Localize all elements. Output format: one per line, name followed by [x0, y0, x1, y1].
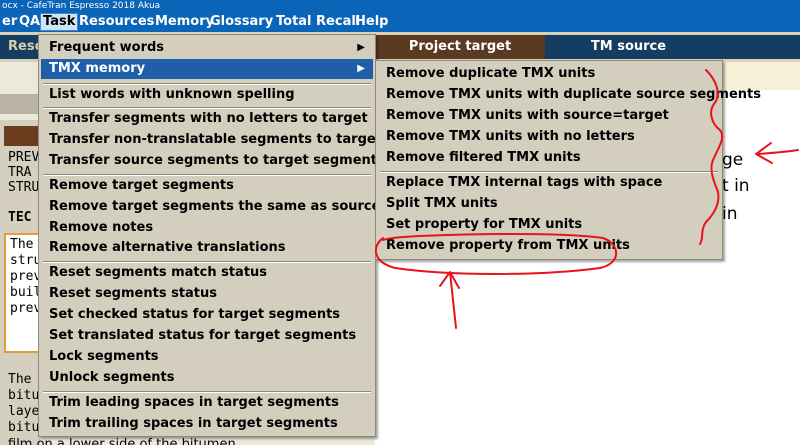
menu-item-reset-match-status[interactable]: Reset segments match status [41, 263, 373, 283]
menu-item-unlock-segments[interactable]: Unlock segments [41, 368, 373, 388]
target-text: t in [722, 176, 750, 196]
menu-item-list-unknown-spelling[interactable]: List words with unknown spelling [41, 85, 373, 105]
tab-project-target[interactable]: Project target [375, 35, 545, 59]
menu-bar: er QA Task Resources Memory Glossary Tot… [0, 12, 800, 32]
tab-resources[interactable]: Resc [0, 35, 42, 59]
tab-tm-source[interactable]: TM source [545, 35, 712, 59]
menu-item-set-property[interactable]: Set property for TMX units [378, 215, 720, 235]
menu-item-transfer-source[interactable]: Transfer source segments to target segme… [41, 151, 385, 171]
segment-text: TRA [8, 165, 32, 180]
menu-total-recall[interactable]: Total Recall [274, 13, 362, 31]
segment-text: STRU [8, 180, 40, 195]
segment-box[interactable]: The stru prev buil prev [4, 233, 42, 353]
menu-task[interactable]: Task [40, 13, 79, 31]
menu-item-remove-notes[interactable]: Remove notes [41, 218, 373, 238]
target-text: in [722, 204, 738, 224]
menu-item-label: Frequent words [49, 40, 165, 55]
menu-item-transfer-non-translatable[interactable]: Transfer non-translatable segments to ta… [41, 130, 382, 150]
menu-item-split-tmx[interactable]: Split TMX units [378, 194, 720, 214]
menu-item-remove-property[interactable]: Remove property from TMX units [378, 236, 720, 256]
segment-text: stru [10, 253, 42, 268]
menu-item-set-translated[interactable]: Set translated status for target segment… [41, 326, 373, 346]
menu-item-remove-no-letters[interactable]: Remove TMX units with no letters [378, 127, 720, 147]
menu-item-reset-status[interactable]: Reset segments status [41, 284, 373, 304]
menu-item-remove-target-same[interactable]: Remove target segments the same as sourc… [41, 197, 380, 217]
menu-item-remove-filtered[interactable]: Remove filtered TMX units [378, 148, 720, 168]
submenu-arrow-icon: ▶ [357, 63, 365, 74]
menu-item-remove-duplicate-tmx[interactable]: Remove duplicate TMX units [378, 64, 720, 84]
menu-glossary[interactable]: Glossary [208, 13, 275, 31]
menu-item-remove-duplicate-source[interactable]: Remove TMX units with duplicate source s… [378, 85, 761, 105]
menu-item-remove-target[interactable]: Remove target segments [41, 176, 373, 196]
menu-qa[interactable]: QA [17, 13, 42, 31]
menu-item-trim-trailing[interactable]: Trim trailing spaces in target segments [41, 414, 373, 434]
editor-left-pane: PREV TRA STRU TEC The stru prev buil pre… [0, 120, 42, 445]
menu-item-remove-alternatives[interactable]: Remove alternative translations [41, 238, 373, 258]
segment-heading: TEC [8, 210, 32, 225]
menu-item-set-checked[interactable]: Set checked status for target segments [41, 305, 373, 325]
task-menu: Frequent words ▶ TMX memory ▶ List words w… [38, 34, 385, 437]
segment-text: bitu [8, 420, 40, 435]
menu-memory[interactable]: Memory [153, 13, 216, 31]
segment-text: The [8, 372, 32, 387]
segment-text: prev [10, 301, 42, 316]
tmx-memory-submenu: Remove duplicate TMX units Remove TMX un… [375, 60, 761, 260]
segment-text: buil [10, 285, 42, 300]
segment-text: film on a lower side of the bitumen [8, 437, 236, 445]
segment-text: PREV [8, 150, 40, 165]
segment-text: bitu [8, 388, 40, 403]
segment-text: laye [8, 404, 40, 419]
segment-text: The [10, 237, 34, 252]
menu-item-remove-source-equals-target[interactable]: Remove TMX units with source=target [378, 106, 720, 126]
menu-item-frequent-words[interactable]: Frequent words ▶ [41, 38, 373, 58]
segment-text: prev [10, 269, 42, 284]
menu-item-transfer-no-letters[interactable]: Transfer segments with no letters to tar… [41, 109, 373, 129]
target-text: ge [722, 150, 744, 170]
menu-item-trim-leading[interactable]: Trim leading spaces in target segments [41, 393, 373, 413]
menu-resources[interactable]: Resources [77, 13, 156, 31]
submenu-arrow-icon: ▶ [357, 42, 365, 53]
segment-header [4, 126, 40, 146]
menu-item-lock-segments[interactable]: Lock segments [41, 347, 373, 367]
toolbar-band [0, 94, 40, 114]
menu-item-tmx-memory[interactable]: TMX memory ▶ [41, 59, 373, 79]
menu-item-label: TMX memory [49, 61, 146, 76]
menu-item-replace-internal-tags[interactable]: Replace TMX internal tags with space [378, 173, 720, 193]
window-title: ocx - CafeTran Espresso 2018 Akua [0, 0, 800, 12]
menu-help[interactable]: Help [353, 13, 390, 31]
tab-extra[interactable] [712, 35, 800, 59]
